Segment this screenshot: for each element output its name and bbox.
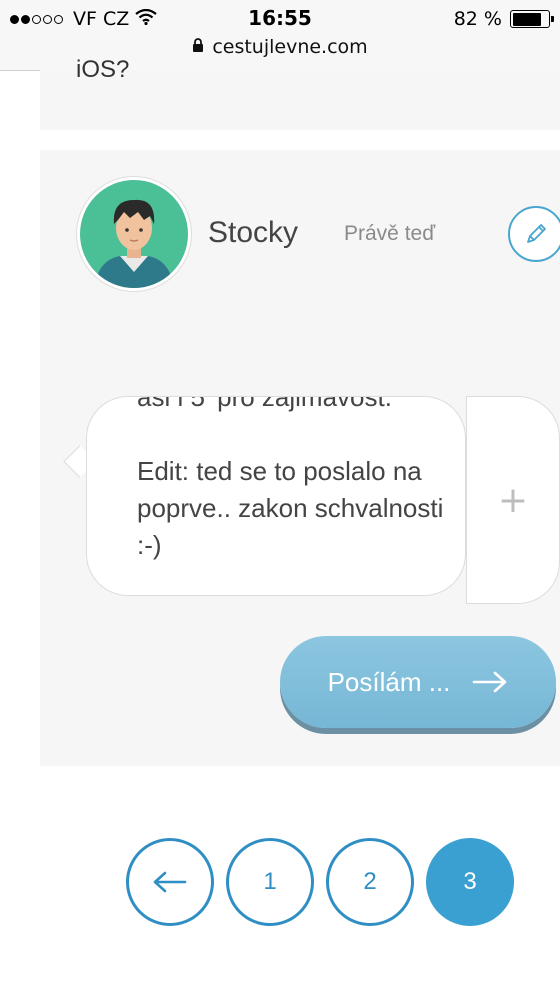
- battery-percent: 82 %: [453, 8, 502, 30]
- send-button[interactable]: Posílám ...: [280, 636, 556, 728]
- battery-icon: [510, 10, 554, 28]
- pencil-icon: [527, 224, 546, 243]
- pagination: 1 2 3: [0, 838, 560, 928]
- previous-comment-text: iOS?: [76, 56, 130, 83]
- user-avatar-icon: [80, 180, 188, 288]
- avatar: [76, 176, 192, 292]
- prev-page-button[interactable]: [126, 838, 214, 926]
- edit-button[interactable]: [508, 206, 560, 262]
- previous-comment-card: iOS?: [40, 56, 560, 130]
- arrow-right-icon: [473, 671, 507, 693]
- battery-area: 82 %: [453, 8, 554, 30]
- send-button-label: Posílám ...: [327, 666, 451, 697]
- page-button-3[interactable]: 3: [426, 838, 514, 926]
- lock-icon: [192, 36, 204, 58]
- comment-text[interactable]: asi i 5' pro zajimavost. Edit: ted se to…: [137, 397, 457, 564]
- comment-author[interactable]: Stocky: [208, 216, 298, 250]
- url-text: cestujlevne.com: [212, 36, 368, 58]
- url-bar[interactable]: cestujlevne.com: [0, 36, 560, 58]
- comment-card: Stocky Právě teď asi i 5' pro zajimavost…: [40, 150, 560, 766]
- page-button-1[interactable]: 1: [226, 838, 314, 926]
- add-attachment-button[interactable]: +: [466, 396, 560, 604]
- comment-time: Právě teď: [344, 222, 436, 245]
- arrow-left-icon: [153, 871, 187, 893]
- plus-icon: +: [497, 479, 529, 521]
- comment-text-area[interactable]: asi i 5' pro zajimavost. Edit: ted se to…: [86, 396, 466, 596]
- page-button-2[interactable]: 2: [326, 838, 414, 926]
